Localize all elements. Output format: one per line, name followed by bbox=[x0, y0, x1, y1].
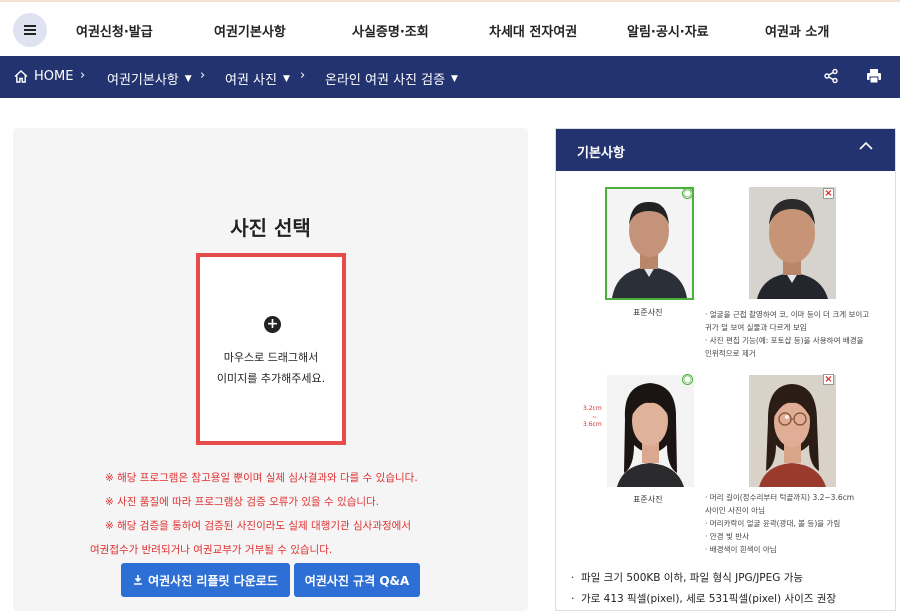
check-circle-icon: ○ bbox=[682, 188, 693, 199]
top-navigation: 여권신청·발급 여권기본사항 사실증명·조회 차세대 전자여권 알림·공시·자료… bbox=[0, 0, 900, 56]
print-icon[interactable] bbox=[866, 68, 882, 88]
warning-note: ※ 해당 검증을 통하여 검증된 사진이라도 실제 대행기관 심사과정에서 bbox=[105, 520, 411, 532]
dropzone-line1: 마우스로 드래그해서 bbox=[223, 351, 319, 364]
dim-separator: ~ bbox=[592, 414, 598, 421]
nav-item-about[interactable]: 여권과 소개 bbox=[765, 21, 829, 40]
dropzone-instructions: 마우스로 드래그해서 이미지를 추가해주세요. bbox=[200, 347, 342, 389]
warning-note: ※ 해당 프로그램은 참고용일 뿐이며 실제 심사결과와 다를 수 있습니다. bbox=[105, 472, 418, 484]
requirement-bullet: · 가로 413 픽셀(pixel), 세로 531픽셀(pixel) 사이즈 … bbox=[571, 591, 836, 606]
chevron-right-icon: › bbox=[200, 68, 206, 83]
description-line: 인위적으로 제거 bbox=[705, 349, 756, 358]
incorrect-photo-male bbox=[749, 187, 836, 299]
description-line: · 얼굴을 근접 촬영하여 코, 이마 등이 더 크게 보이고 bbox=[705, 310, 870, 319]
breadcrumb: HOME › 여권기본사항 ▼ › 여권 사진 ▼ › 온라인 여권 사진 검증… bbox=[0, 56, 900, 98]
description-line: 귀가 덜 보여 실물과 다르게 보임 bbox=[705, 323, 807, 332]
nav-item-next-gen-passport[interactable]: 차세대 전자여권 bbox=[489, 21, 577, 40]
breadcrumb-level1-label: 여권기본사항 bbox=[107, 73, 179, 88]
upload-title: 사진 선택 bbox=[230, 216, 311, 240]
plus-circle-icon: + bbox=[264, 316, 281, 333]
description-line: · 안경 빛 반사 bbox=[705, 532, 750, 541]
download-icon bbox=[134, 575, 143, 585]
nav-item-certificate[interactable]: 사실증명·조회 bbox=[352, 21, 429, 40]
breadcrumb-level1[interactable]: 여권기본사항 ▼ bbox=[107, 69, 192, 88]
standard-photo-caption: 표준사진 bbox=[633, 495, 663, 504]
basics-title: 기본사항 bbox=[577, 146, 625, 161]
hamburger-icon[interactable] bbox=[13, 13, 47, 47]
warning-note: ※ 사진 품질에 따라 프로그램상 검증 오류가 있을 수 있습니다. bbox=[105, 496, 380, 508]
breadcrumb-level2[interactable]: 여권 사진 ▼ bbox=[225, 69, 290, 88]
incorrect-photo-female-description: · 머리 길이(정수리부터 턱끝까지) 3.2~3.6cm 사이인 사진이 아님… bbox=[705, 491, 854, 556]
breadcrumb-home-label: HOME bbox=[34, 69, 74, 84]
breadcrumb-level3[interactable]: 온라인 여권 사진 검증 ▼ bbox=[325, 69, 458, 88]
photo-qa-label: 여권사진 규격 Q&A bbox=[304, 573, 410, 588]
check-circle-icon: ○ bbox=[682, 374, 693, 385]
description-line: · 배경색이 흰색이 아님 bbox=[705, 545, 777, 554]
incorrect-photo-male-description: · 얼굴을 근접 촬영하여 코, 이마 등이 더 크게 보이고 귀가 덜 보여 … bbox=[705, 308, 869, 360]
breadcrumb-level2-label: 여권 사진 bbox=[225, 73, 277, 88]
photo-upload-panel: 사진 선택 + 마우스로 드래그해서 이미지를 추가해주세요. ※ 해당 프로그… bbox=[13, 128, 528, 611]
x-mark-icon: × bbox=[823, 188, 834, 199]
basics-header[interactable]: 기본사항 bbox=[556, 129, 895, 171]
chevron-right-icon: › bbox=[80, 68, 86, 83]
nav-item-passport-basics[interactable]: 여권기본사항 bbox=[214, 21, 286, 40]
standard-photo-male bbox=[605, 187, 694, 300]
requirement-bullet: · 파일 크기 500KB 이하, 파일 형식 JPG/JPEG 가능 bbox=[571, 570, 803, 585]
warning-note: 여권접수가 반려되거나 여권교부가 거부될 수 있습니다. bbox=[90, 544, 333, 556]
requirement-text: 파일 크기 500KB 이하, 파일 형식 JPG/JPEG 가능 bbox=[581, 572, 804, 584]
photo-dropzone[interactable]: + 마우스로 드래그해서 이미지를 추가해주세요. bbox=[196, 253, 346, 445]
breadcrumb-home[interactable]: HOME bbox=[14, 69, 73, 84]
download-leaflet-button[interactable]: 여권사진 리플릿 다운로드 bbox=[121, 563, 290, 597]
breadcrumb-level3-label: 온라인 여권 사진 검증 bbox=[325, 73, 446, 88]
bullet-dot: · bbox=[571, 572, 582, 584]
caret-down-icon: ▼ bbox=[451, 73, 458, 84]
incorrect-photo-female bbox=[749, 375, 836, 487]
caret-down-icon: ▼ bbox=[184, 73, 192, 84]
bullet-dot: · bbox=[571, 593, 582, 605]
nav-item-passport-apply[interactable]: 여권신청·발급 bbox=[76, 21, 153, 40]
requirement-text: 가로 413 픽셀(pixel), 세로 531픽셀(pixel) 사이즈 권장 bbox=[581, 593, 837, 605]
download-leaflet-label: 여권사진 리플릿 다운로드 bbox=[148, 573, 278, 588]
dropzone-line2: 이미지를 추가해주세요. bbox=[216, 372, 326, 385]
warning-notes: ※ 해당 프로그램은 참고용일 뿐이며 실제 심사결과와 다를 수 있습니다. … bbox=[90, 466, 418, 562]
description-line: 사이인 사진이 아님 bbox=[705, 506, 765, 515]
dim-bottom-label: 3.6cm bbox=[583, 421, 602, 428]
photo-qa-button[interactable]: 여권사진 규격 Q&A bbox=[294, 563, 420, 597]
x-mark-icon: × bbox=[823, 374, 834, 385]
share-icon[interactable] bbox=[823, 68, 839, 88]
description-line: · 머리 길이(정수리부터 턱끝까지) 3.2~3.6cm bbox=[705, 493, 855, 502]
standard-photo-female bbox=[607, 375, 694, 487]
basics-panel: 기본사항 ○ 표준사진 × · 얼굴을 근접 촬영하여 코, 이마 등이 더 크… bbox=[555, 128, 896, 611]
caret-down-icon: ▼ bbox=[282, 73, 290, 84]
description-line: · 머리카락이 얼굴 윤곽(광대, 볼 등)을 가림 bbox=[705, 519, 841, 528]
description-line: · 사진 편집 기능(예: 포토샵 등)을 사용하여 배경을 bbox=[705, 336, 864, 345]
home-icon bbox=[14, 70, 28, 83]
chevron-up-icon[interactable] bbox=[859, 141, 873, 151]
dim-top-label: 3.2cm bbox=[583, 405, 602, 412]
nav-item-notices[interactable]: 알림·공시·자료 bbox=[627, 21, 709, 40]
standard-photo-caption: 표준사진 bbox=[633, 308, 663, 317]
chevron-right-icon: › bbox=[300, 68, 306, 83]
